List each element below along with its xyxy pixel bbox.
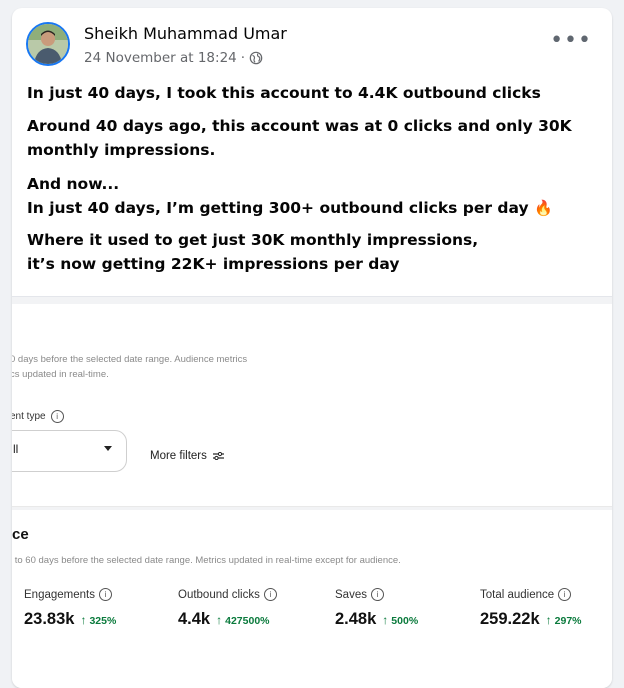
performance-title: ce <box>12 526 29 543</box>
metric-label-text: Saves <box>335 588 367 601</box>
more-filters-button[interactable]: More filters <box>150 450 224 462</box>
post-paragraph-4-line-2: it’s now getting 22K+ impressions per da… <box>27 254 400 273</box>
post-paragraph-3-line-1: And now... <box>27 175 120 193</box>
metric-value: 4.4k <box>178 610 211 628</box>
post-paragraph-4-line-1: Where it used to get just 30K monthly im… <box>27 231 479 249</box>
meta-separator: · <box>240 50 246 66</box>
metric-label-text: Outbound clicks <box>178 588 260 601</box>
arrow-up-icon: ↑ <box>382 613 389 627</box>
metric-change-value: 427500% <box>225 615 270 627</box>
filter-icon <box>212 452 224 460</box>
date-range-note-line-1: 0 days before the selected date range. A… <box>12 354 248 365</box>
metric-value-row: 259.22k ↑ 297% <box>480 610 582 629</box>
info-icon[interactable]: i <box>98 588 112 601</box>
post-attached-image[interactable]: 0 days before the selected date range. A… <box>12 296 612 688</box>
post-meta: 24 November at 18:24 · <box>84 50 263 66</box>
metric-value: 2.48k <box>335 610 377 628</box>
globe-icon[interactable] <box>249 51 263 65</box>
metric-change: ↑ 500% <box>382 613 418 627</box>
more-filters-label: More filters <box>150 450 207 462</box>
metric-change-value: 297% <box>554 615 582 627</box>
performance-panel: ce l to 60 days before the selected date… <box>12 510 612 688</box>
avatar-image <box>28 24 68 64</box>
info-icon[interactable]: i <box>370 588 384 601</box>
more-options-icon[interactable]: ••• <box>550 30 592 52</box>
arrow-up-icon: ↑ <box>216 613 223 627</box>
post-paragraph-2: Around 40 days ago, this account was at … <box>27 117 572 159</box>
post-paragraph-3-line-2: In just 40 days, I’m getting 300+ outbou… <box>27 197 553 221</box>
post-paragraph-4: Where it used to get just 30K monthly im… <box>27 229 478 276</box>
post-paragraph-1: In just 40 days, I took this account to … <box>27 84 541 102</box>
metric-change-value: 325% <box>89 615 117 627</box>
metric-label: Engagements i <box>24 588 116 601</box>
metric-label: Outbound clicks i <box>178 588 277 601</box>
metric-change: ↑ 427500% <box>216 613 269 627</box>
info-icon[interactable]: i <box>50 410 64 423</box>
info-icon[interactable]: i <box>558 588 572 601</box>
metric-engagements[interactable]: Engagements i 23.83k ↑ 325% <box>24 588 116 629</box>
metric-total-audience[interactable]: Total audience i 259.22k ↑ 297% <box>480 588 582 629</box>
fire-emoji: 🔥 <box>534 198 553 217</box>
metric-value: 259.22k <box>480 610 540 628</box>
analytics-filter-panel: 0 days before the selected date range. A… <box>12 304 612 507</box>
metric-value-row: 23.83k ↑ 325% <box>24 610 116 629</box>
metric-outbound-clicks[interactable]: Outbound clicks i 4.4k ↑ 427500% <box>178 588 277 629</box>
metric-value: 23.83k <box>24 610 75 628</box>
metric-change: ↑ 325% <box>80 613 116 627</box>
post-paragraph-3: And now... In just 40 days, I’m getting … <box>27 173 553 220</box>
metric-label: Saves i <box>335 588 418 601</box>
performance-note: l to 60 days before the selected date ra… <box>12 555 401 566</box>
arrow-up-icon: ↑ <box>545 613 552 627</box>
content-type-select-value: ll <box>13 442 19 456</box>
metric-saves[interactable]: Saves i 2.48k ↑ 500% <box>335 588 418 629</box>
metric-value-row: 2.48k ↑ 500% <box>335 610 418 629</box>
metric-label-text: Total audience <box>480 588 555 601</box>
metric-value-row: 4.4k ↑ 427500% <box>178 610 277 629</box>
info-icon[interactable]: i <box>263 588 277 601</box>
content-type-label: ent type i <box>12 410 64 423</box>
content-type-label-text: ent type <box>12 411 46 422</box>
post-card: Sheikh Muhammad Umar 24 November at 18:2… <box>12 8 612 688</box>
post-author-name[interactable]: Sheikh Muhammad Umar <box>84 24 287 43</box>
post-paragraph-3-line-2-text: In just 40 days, I’m getting 300+ outbou… <box>27 198 529 217</box>
avatar[interactable] <box>26 22 70 66</box>
date-range-note-line-2: cs updated in real-time. <box>12 369 109 380</box>
chevron-down-icon <box>104 446 112 451</box>
metric-label-text: Engagements <box>24 588 95 601</box>
post-timestamp[interactable]: 24 November at 18:24 <box>84 50 237 66</box>
metric-label: Total audience i <box>480 588 582 601</box>
arrow-up-icon: ↑ <box>80 613 87 627</box>
metric-change-value: 500% <box>391 615 419 627</box>
content-type-select[interactable]: ll <box>12 430 127 472</box>
metric-change: ↑ 297% <box>546 613 582 627</box>
